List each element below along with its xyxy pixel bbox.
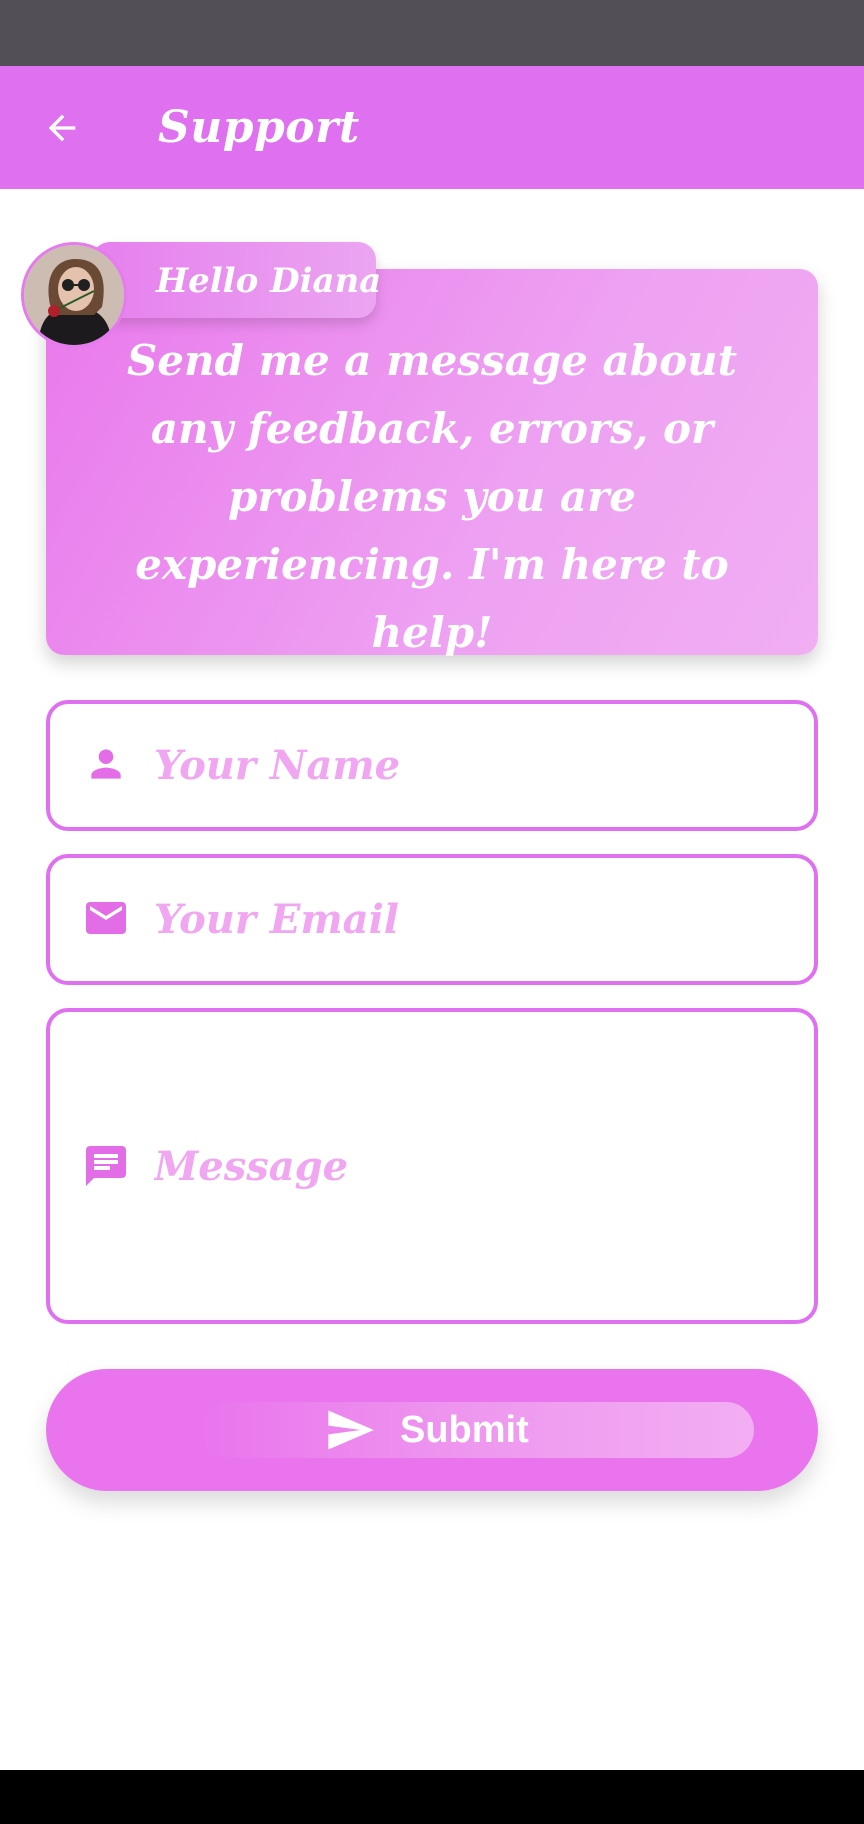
- message-icon: [80, 1140, 132, 1192]
- status-bar: [0, 0, 864, 66]
- message-field[interactable]: [46, 1008, 818, 1324]
- greeting-text: Hello Diana: [156, 261, 382, 301]
- submit-label: Submit: [400, 1409, 529, 1451]
- mail-icon: [80, 892, 132, 944]
- intro-message: Send me a message about any feedback, er…: [126, 336, 738, 657]
- person-icon: [80, 738, 132, 790]
- app-bar: [0, 66, 864, 189]
- page-title: Support: [158, 102, 360, 153]
- back-button[interactable]: [36, 102, 88, 154]
- name-field[interactable]: [46, 700, 818, 831]
- email-field[interactable]: [46, 854, 818, 985]
- message-input[interactable]: [154, 1136, 794, 1198]
- send-icon: [324, 1404, 376, 1456]
- arrow-left-icon: [48, 114, 76, 142]
- navigation-bar: [0, 1770, 864, 1824]
- avatar: [21, 242, 127, 348]
- name-input[interactable]: [154, 734, 794, 796]
- submit-button[interactable]: Submit: [46, 1369, 818, 1491]
- email-input[interactable]: [154, 888, 794, 950]
